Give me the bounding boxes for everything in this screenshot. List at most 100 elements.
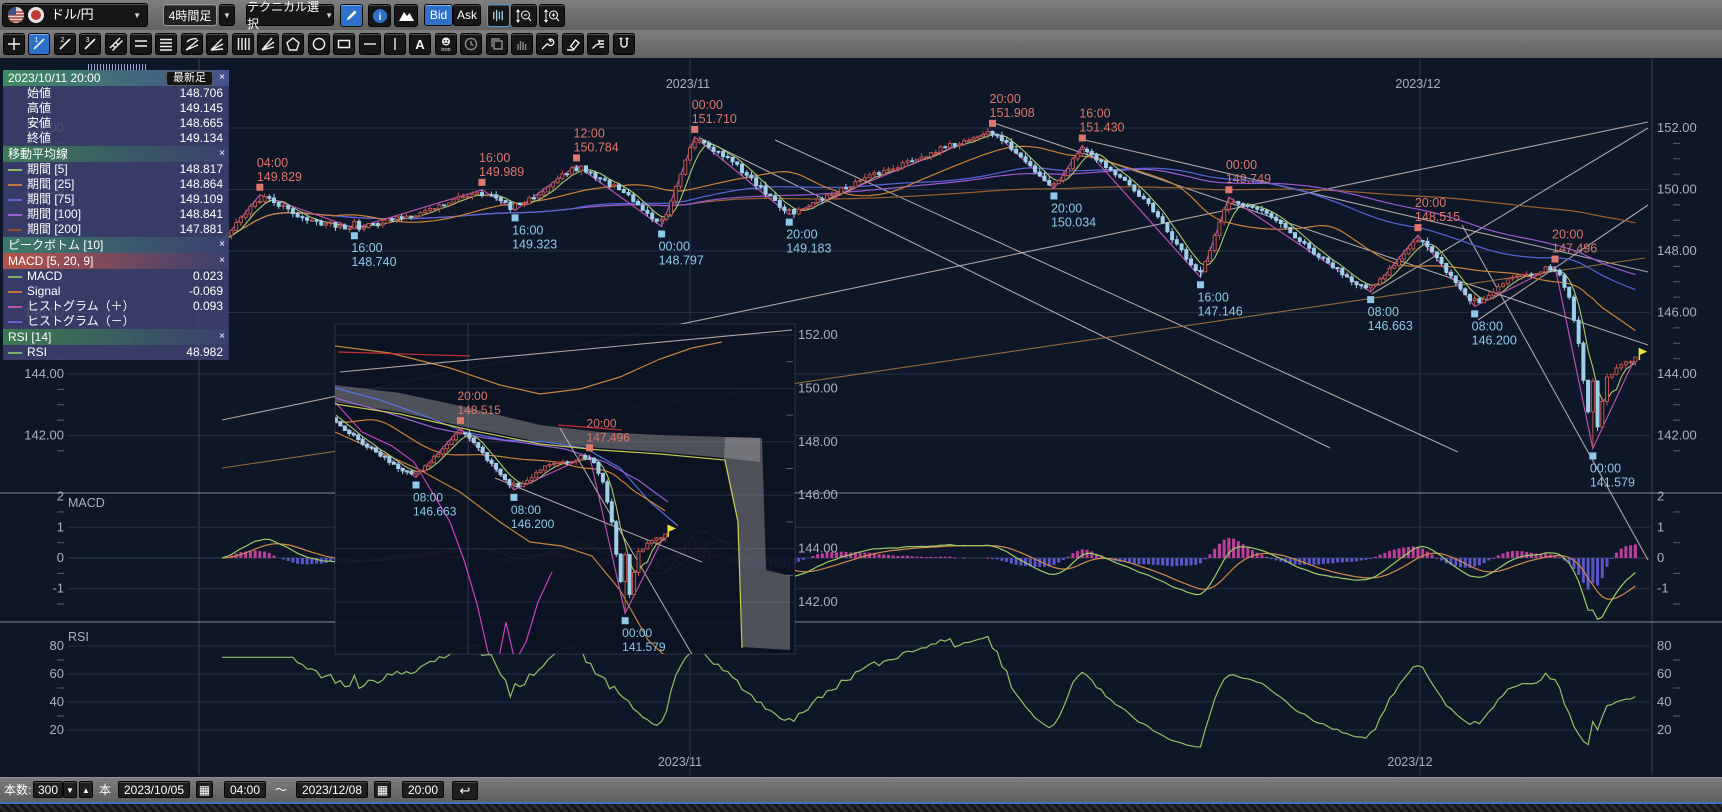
- currency-pair-dropdown[interactable]: ドル/円 ▼: [2, 3, 148, 27]
- tool-gann-fan-button[interactable]: [257, 33, 279, 55]
- row-label: 期間 [75]: [27, 192, 74, 207]
- tool-trendline-2-button[interactable]: 2: [54, 33, 76, 55]
- indicator-data-panel: 2023/10/11 20:00最新足×始値148.706高値149.145安値…: [3, 70, 229, 360]
- annotation-price: 146.663: [413, 504, 457, 518]
- from-time-input[interactable]: 04:00: [224, 781, 266, 798]
- bar-count-up-button[interactable]: ▲: [79, 781, 93, 798]
- axis-label: 2: [1657, 489, 1664, 504]
- annotation-time: 08:00: [413, 490, 443, 504]
- ask-button[interactable]: Ask: [453, 4, 481, 26]
- tool-rectangle-button[interactable]: [333, 33, 355, 55]
- bar-count-caret-button[interactable]: ▼: [63, 781, 77, 798]
- tool-crosshair-button[interactable]: [3, 33, 25, 55]
- row-label: 高値: [27, 101, 51, 116]
- annotation-time: 16:00: [1079, 107, 1110, 121]
- info-button[interactable]: i: [368, 4, 391, 27]
- row-value: 0.093: [193, 299, 223, 314]
- tool-text-tool-button[interactable]: A: [409, 33, 431, 55]
- row-value: 148.841: [180, 207, 223, 222]
- annotation-time: 20:00: [1552, 227, 1583, 241]
- technical-select-dropdown[interactable]: テクニカル選択 ▼: [246, 4, 334, 26]
- annotation-price: 146.200: [1472, 333, 1517, 347]
- tool-settings-wrench-button[interactable]: [536, 33, 558, 55]
- tool-fan-arc-button[interactable]: [181, 33, 203, 55]
- bar-count-input[interactable]: 300: [33, 781, 63, 798]
- trendline-icon: 3: [82, 36, 98, 52]
- tool-pan-hand-button[interactable]: [511, 33, 533, 55]
- inset-chart-window[interactable]: 152.00150.00148.00146.00144.00142.0008:0…: [334, 324, 837, 668]
- chart-area: 152.00152.00150.00150.00148.00148.00146.…: [0, 58, 1722, 777]
- tool-magnet-snap-button[interactable]: [613, 33, 635, 55]
- row-label: 期間 [5]: [27, 162, 68, 177]
- axis-label: 150.00: [798, 380, 838, 395]
- tool-vertical-line-button[interactable]: [384, 33, 406, 55]
- tool-parallel-lines-button[interactable]: [130, 33, 152, 55]
- to-time-input[interactable]: 20:00: [402, 781, 444, 798]
- chevron-down-icon: ▼: [223, 11, 231, 20]
- timeframe-select[interactable]: 4時間足: [163, 4, 217, 26]
- tool-icon-stamp-button[interactable]: icon: [435, 33, 457, 55]
- annotation-price: 147.146: [1197, 304, 1242, 318]
- series-swatch: [8, 214, 22, 216]
- tool-eraser-button[interactable]: [562, 33, 584, 55]
- bar-count-label: 本数:: [4, 781, 31, 800]
- crosshair-icon: [6, 36, 22, 52]
- bid-button[interactable]: Bid: [424, 4, 453, 26]
- to-date-input[interactable]: 2023/12/08: [296, 781, 368, 798]
- axis-label: -1: [1657, 581, 1669, 596]
- close-icon[interactable]: ×: [219, 237, 225, 253]
- latest-bar-button[interactable]: 最新足: [166, 71, 213, 86]
- tool-copy-button[interactable]: [486, 33, 508, 55]
- pencil-icon: [344, 8, 359, 23]
- row-value: 149.134: [180, 131, 223, 146]
- close-icon[interactable]: ×: [219, 329, 225, 345]
- annotation-time: 20:00: [458, 389, 488, 403]
- panel-row: 期間 [100] 148.841: [3, 207, 229, 222]
- candle-display-button[interactable]: [487, 4, 510, 27]
- from-calendar-button[interactable]: ▦: [196, 781, 213, 798]
- close-icon[interactable]: ×: [219, 146, 225, 162]
- tool-trendline-1-button[interactable]: 1: [28, 33, 50, 55]
- tool-horizontal-line-button[interactable]: [359, 33, 381, 55]
- panel-row: RSI48.982: [3, 345, 229, 360]
- tool-ellipse-button[interactable]: [308, 33, 330, 55]
- vertical-zoom-out-button[interactable]: [511, 4, 537, 27]
- fx-chart-app: { "toolbar": { "currency": {"label": "ドル…: [0, 0, 1722, 812]
- row-value: 148.706: [180, 86, 223, 101]
- apply-return-button[interactable]: ↩: [452, 781, 478, 800]
- zoom-out-icon: [515, 8, 533, 24]
- tool-ruler-button[interactable]: [105, 33, 127, 55]
- row-value: 48.982: [186, 345, 223, 360]
- tool-object-settings-button[interactable]: [587, 33, 609, 55]
- panel-row: ヒストグラム（－）: [3, 314, 229, 329]
- annotation-price: 149.749: [1226, 172, 1271, 186]
- tool-trendline-3-button[interactable]: 3: [79, 33, 101, 55]
- close-icon[interactable]: ×: [219, 70, 225, 86]
- timeframe-caret-button[interactable]: ▼: [219, 4, 235, 26]
- bar-info-header: 2023/10/11 20:00最新足×: [3, 70, 229, 86]
- area-chart-button[interactable]: [394, 4, 418, 27]
- axis-label: 2023/11: [658, 755, 702, 769]
- vertical-zoom-in-button[interactable]: [539, 4, 565, 27]
- series-swatch: [8, 229, 22, 231]
- annotation-price: 146.200: [511, 517, 555, 531]
- tool-pentagon-button[interactable]: [282, 33, 304, 55]
- tool-history-button[interactable]: [460, 33, 482, 55]
- axis-label: 1: [1657, 519, 1664, 534]
- tool-ray-lines-button[interactable]: [206, 33, 228, 55]
- tool-multi-horizontal-lines-button[interactable]: [155, 33, 177, 55]
- currency-pair-label: ドル/円: [51, 5, 94, 25]
- tool-vertical-grid-lines-button[interactable]: [232, 33, 254, 55]
- draw-pencil-button[interactable]: [340, 4, 363, 27]
- chevron-down-icon: ▼: [133, 11, 141, 20]
- to-calendar-button[interactable]: ▦: [374, 781, 391, 798]
- zoom-in-icon: [543, 8, 561, 24]
- row-label: 期間 [100]: [27, 207, 81, 222]
- annotation-time: 16:00: [512, 223, 543, 237]
- axis-label: -1: [52, 581, 64, 596]
- from-date-input[interactable]: 2023/10/05: [118, 781, 190, 798]
- ask-label: Ask: [457, 8, 477, 22]
- close-icon[interactable]: ×: [219, 253, 225, 269]
- row-label: 期間 [200]: [27, 222, 81, 237]
- panel-drag-handle[interactable]: [88, 64, 146, 70]
